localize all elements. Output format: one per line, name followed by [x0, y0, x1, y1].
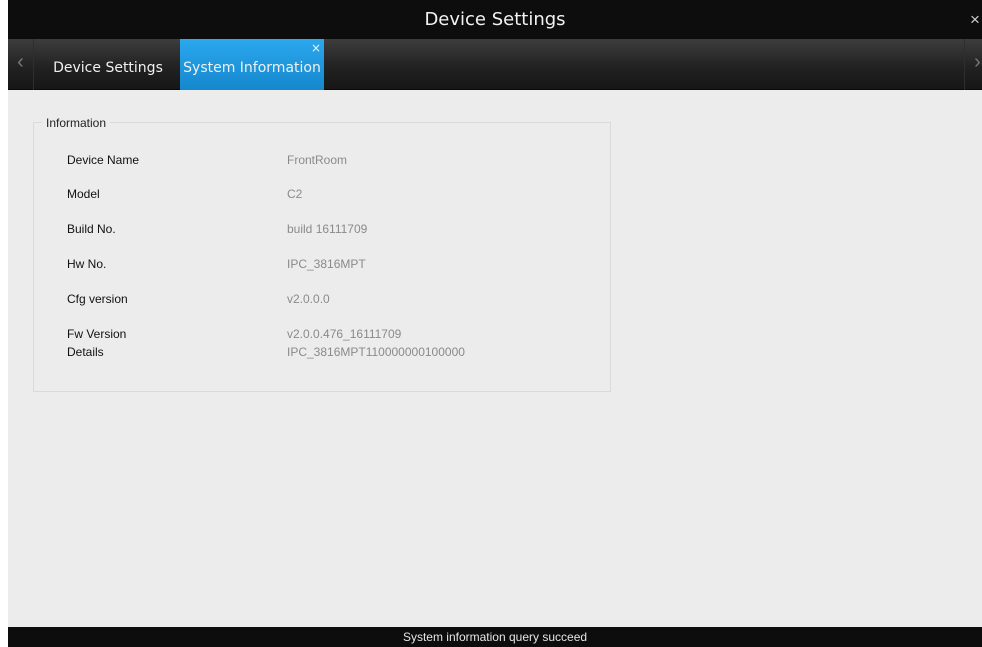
status-bar: System information query succeed: [8, 627, 982, 647]
chevron-left-icon[interactable]: ‹: [8, 39, 34, 90]
info-value: build 16111709: [287, 222, 368, 236]
title-bar: Device Settings ×: [8, 0, 982, 39]
tab-bar: ‹ Device Settings System Information × ›: [8, 39, 982, 90]
tab-label: Device Settings: [53, 60, 163, 76]
tab-label: System Information: [183, 60, 321, 76]
content-panel: Information Device Name FrontRoom Model …: [8, 90, 982, 627]
info-label: Details: [67, 345, 104, 359]
info-value: IPC_3816MPT: [287, 257, 366, 271]
info-label: Hw No.: [67, 257, 107, 271]
info-value: FrontRoom: [287, 153, 348, 167]
info-value: IPC_3816MPT110000000100000: [287, 345, 465, 359]
tab-device-settings[interactable]: Device Settings: [44, 39, 172, 90]
information-group: Information Device Name FrontRoom Model …: [33, 115, 611, 392]
info-label: Device Name: [67, 153, 140, 167]
info-label: Cfg version: [67, 292, 128, 306]
device-settings-window: Device Settings × ‹ Device Settings Syst…: [8, 0, 982, 647]
info-value: v2.0.0.476_16111709: [287, 327, 402, 341]
tab-close-icon[interactable]: ×: [310, 42, 322, 54]
info-value: v2.0.0.0: [287, 292, 330, 306]
group-legend: Information: [42, 115, 111, 131]
info-label: Fw Version: [67, 327, 127, 341]
tab-system-information[interactable]: System Information ×: [180, 39, 324, 90]
info-label: Build No.: [67, 222, 116, 236]
status-message: System information query succeed: [402, 630, 588, 644]
info-value: C2: [287, 187, 303, 201]
close-icon[interactable]: ×: [968, 10, 982, 30]
chevron-right-icon[interactable]: ›: [964, 39, 982, 90]
info-label: Model: [67, 187, 100, 201]
window-title: Device Settings: [424, 9, 566, 30]
